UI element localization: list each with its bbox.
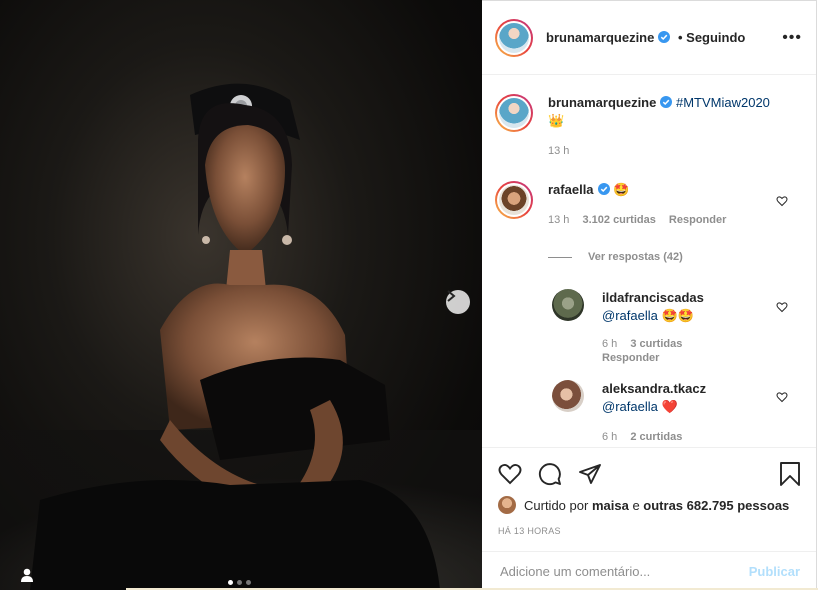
save-bookmark-icon[interactable] (779, 462, 801, 486)
chevron-right-icon (447, 290, 456, 302)
reply-mention[interactable]: @rafaella (602, 399, 658, 414)
reply-time[interactable]: 6 h (602, 338, 617, 350)
next-photo-button[interactable] (446, 290, 470, 314)
like-reply-heart-icon[interactable] (776, 301, 788, 313)
caption-hashtag[interactable]: #MTVMiaw2020 (676, 95, 770, 110)
share-paper-plane-icon[interactable] (578, 462, 602, 486)
comment-avatar[interactable] (495, 181, 533, 219)
post-actions: Curtido por maisa e outras 682.795 pesso… (482, 447, 816, 552)
reply-avatar[interactable] (552, 380, 584, 412)
liked-by-user[interactable]: maisa (592, 498, 629, 513)
caption-time[interactable]: 13 h (548, 142, 770, 160)
reply-username[interactable]: aleksandra.tkacz (602, 381, 706, 396)
carousel-dot-active (228, 580, 233, 585)
carousel-dot (237, 580, 242, 585)
reply-mention[interactable]: @rafaella (602, 308, 658, 323)
post-sidebar: brunamarquezine • Seguindo ••• brunamarq… (482, 0, 817, 590)
add-comment-bar: Publicar (482, 551, 816, 590)
reply-text: 🤩🤩 (661, 308, 694, 323)
comment-likes[interactable]: 3.102 curtidas (582, 214, 655, 226)
reply-text: ❤️ (661, 399, 678, 414)
comment-input[interactable] (498, 562, 732, 580)
verified-badge-icon (597, 183, 610, 195)
more-options-icon[interactable]: ••• (782, 29, 802, 47)
publish-button[interactable]: Publicar (749, 564, 800, 579)
reply-button[interactable]: Responder (669, 214, 726, 226)
reply-likes[interactable]: 3 curtidas (630, 338, 682, 350)
comment: rafaella 🤩 13 h 3.102 curtidas Responder (495, 181, 726, 229)
liked-by-others[interactable]: outras 682.795 pessoas (643, 498, 789, 513)
following-status[interactable]: • Seguindo (678, 30, 745, 45)
like-comment-heart-icon[interactable] (776, 195, 788, 207)
like-heart-icon[interactable] (498, 462, 522, 486)
author-avatar[interactable] (495, 18, 533, 57)
verified-badge-icon (658, 31, 671, 43)
post-header: brunamarquezine • Seguindo ••• (482, 1, 816, 75)
reply-button[interactable]: Responder (602, 352, 659, 364)
reply-likes[interactable]: 2 curtidas (630, 431, 682, 443)
view-replies-button[interactable]: Ver respostas (42) (548, 251, 683, 263)
liker-avatar (498, 496, 516, 514)
caption-avatar[interactable] (495, 94, 533, 132)
author-username[interactable]: brunamarquezine (546, 30, 654, 45)
post-timestamp[interactable]: HÁ 13 HORAS (498, 526, 561, 536)
comment-bubble-icon[interactable] (538, 462, 562, 486)
caption: brunamarquezine #MTVMiaw2020 👑 13 h (495, 94, 770, 160)
carousel-dot (246, 580, 251, 585)
reply-time[interactable]: 6 h (602, 431, 617, 443)
comment-time[interactable]: 13 h (548, 214, 569, 226)
reply: aleksandra.tkacz @rafaella ❤️ 6 h 2 curt… (552, 380, 706, 446)
comment-username[interactable]: rafaella (548, 182, 594, 197)
view-replies-label: Ver respostas (42) (588, 251, 683, 263)
reply-avatar[interactable] (552, 289, 584, 321)
crown-emoji: 👑 (548, 113, 565, 128)
liked-by-prefix: Curtido por (524, 497, 589, 513)
reply: ildafranciscadas @rafaella 🤩🤩 6 h 3 curt… (552, 289, 704, 365)
comment-text: 🤩 (613, 182, 630, 197)
user-tags-icon[interactable] (18, 566, 36, 584)
comments-list[interactable]: brunamarquezine #MTVMiaw2020 👑 13 h rafa… (482, 75, 816, 447)
replies-divider (548, 256, 572, 258)
post-photo[interactable] (0, 0, 482, 590)
instagram-post: brunamarquezine • Seguindo ••• brunamarq… (0, 0, 818, 590)
portrait-image (0, 83, 482, 590)
liked-by-joiner: e (632, 497, 640, 513)
like-reply-heart-icon[interactable] (776, 391, 788, 403)
liked-by[interactable]: Curtido por maisa e outras 682.795 pesso… (498, 496, 789, 514)
verified-badge-icon (660, 96, 673, 108)
caption-username[interactable]: brunamarquezine (548, 95, 656, 110)
reply-username[interactable]: ildafranciscadas (602, 290, 704, 305)
carousel-dots (228, 580, 251, 585)
